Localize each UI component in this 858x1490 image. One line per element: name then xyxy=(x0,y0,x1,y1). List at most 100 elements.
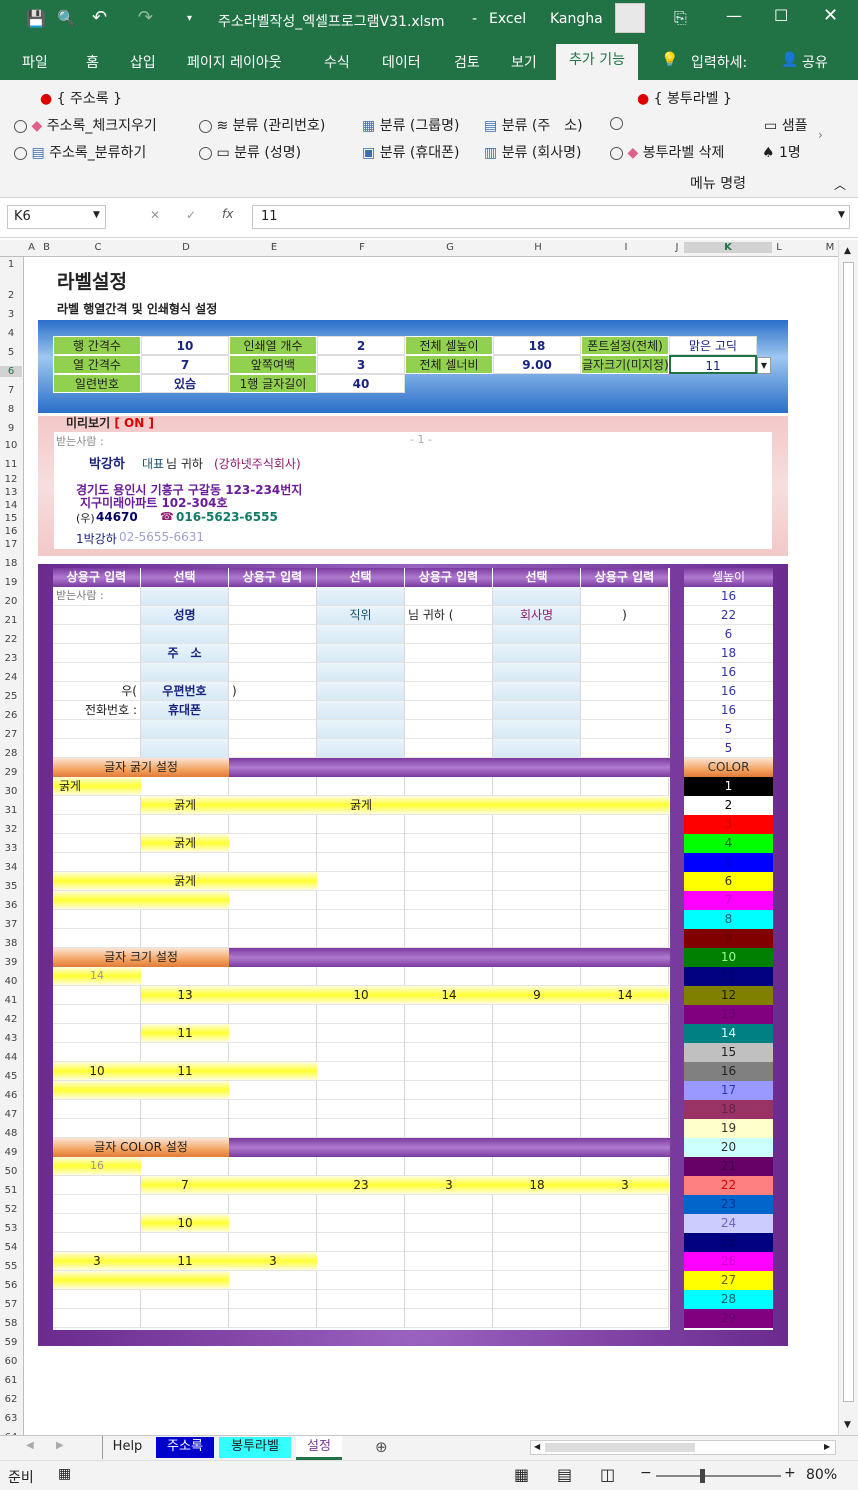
sheet-tab-settings[interactable]: 설정 xyxy=(296,1436,342,1460)
row-header[interactable]: 41 xyxy=(0,995,22,1006)
grid-cell[interactable] xyxy=(581,1214,669,1233)
color-swatch[interactable]: 2 xyxy=(684,796,773,815)
grid-cell[interactable] xyxy=(493,1290,581,1309)
sheet-tab-address[interactable]: 주소록 xyxy=(156,1437,214,1458)
zoom-out-icon[interactable]: − xyxy=(640,1465,652,1481)
grid-cell[interactable] xyxy=(493,1005,581,1024)
row-header[interactable]: 58 xyxy=(0,1318,22,1329)
radio-option[interactable] xyxy=(610,115,623,131)
grid-cell[interactable] xyxy=(229,1024,317,1043)
grid-cell[interactable] xyxy=(581,701,669,720)
name-box[interactable]: K6 xyxy=(7,205,106,229)
row-header[interactable]: 9 xyxy=(0,423,22,434)
row-header[interactable]: 1 xyxy=(0,259,22,270)
add-sheet-icon[interactable]: ⊕ xyxy=(375,1438,388,1456)
grid-cell[interactable] xyxy=(405,777,493,796)
grid-cell[interactable] xyxy=(581,625,669,644)
grid-cell[interactable] xyxy=(229,1119,317,1138)
one-person-button[interactable]: ♠ 1명 xyxy=(762,142,801,162)
grid-cell[interactable] xyxy=(141,1271,229,1290)
grid-cell[interactable]: 굵게 xyxy=(141,872,229,891)
grid-cell[interactable] xyxy=(493,967,581,986)
row-header[interactable]: 27 xyxy=(0,729,22,740)
tab-scroll-left-icon[interactable]: ◀ xyxy=(26,1440,34,1451)
grid-cell[interactable] xyxy=(53,986,141,1005)
grid-cell[interactable] xyxy=(229,701,317,720)
vertical-scrollbar[interactable]: ▲ ▼ xyxy=(838,240,858,1435)
grid-cell[interactable]: 9 xyxy=(493,986,581,1005)
page-break-view-icon[interactable]: ◫ xyxy=(600,1465,615,1484)
grid-cell[interactable] xyxy=(53,1195,141,1214)
grid-cell[interactable] xyxy=(317,834,405,853)
grid-cell[interactable] xyxy=(229,1081,317,1100)
row-header[interactable]: 17 xyxy=(0,539,22,550)
tab-file[interactable]: 파일 xyxy=(22,52,48,72)
grid-cell[interactable] xyxy=(229,720,317,739)
scroll-thumb[interactable] xyxy=(843,262,854,1402)
column-header[interactable]: L xyxy=(772,242,786,253)
zoom-in-icon[interactable]: + xyxy=(784,1465,796,1481)
settings-value[interactable]: 9.00 xyxy=(493,355,581,374)
row-header[interactable]: 15 xyxy=(0,513,22,524)
grid-cell[interactable]: 회사명 xyxy=(493,606,581,625)
grid-cell[interactable] xyxy=(317,910,405,929)
row-header[interactable]: 21 xyxy=(0,615,22,626)
sort-by-group-button[interactable]: ▦ 분류 (그룹명) xyxy=(362,115,459,135)
grid-cell[interactable] xyxy=(229,1043,317,1062)
grid-cell[interactable] xyxy=(405,1119,493,1138)
user-name[interactable]: Kangha xyxy=(550,11,603,27)
grid-cell[interactable] xyxy=(229,1005,317,1024)
row-header[interactable]: 52 xyxy=(0,1204,22,1215)
row-header[interactable]: 2 xyxy=(0,290,22,301)
grid-cell[interactable] xyxy=(493,682,581,701)
dropdown-arrow-icon[interactable]: ▼ xyxy=(757,357,771,374)
sort-by-address-button[interactable]: ▤ 분류 (주 소) xyxy=(484,115,583,135)
grid-cell[interactable] xyxy=(493,815,581,834)
row-header[interactable]: 35 xyxy=(0,881,22,892)
row-header[interactable]: 25 xyxy=(0,691,22,702)
grid-cell[interactable] xyxy=(53,815,141,834)
row-header[interactable]: 43 xyxy=(0,1033,22,1044)
grid-cell[interactable] xyxy=(581,1271,669,1290)
grid-cell[interactable] xyxy=(581,910,669,929)
color-swatch[interactable]: 15 xyxy=(684,1043,773,1062)
tab-data[interactable]: 데이터 xyxy=(382,52,421,72)
grid-cell[interactable]: 굵게 xyxy=(53,777,141,796)
grid-cell[interactable] xyxy=(53,910,141,929)
grid-cell[interactable] xyxy=(405,796,493,815)
grid-cell[interactable] xyxy=(405,1290,493,1309)
worksheet[interactable]: 라벨설정 라벨 행열간격 및 인쇄형식 설정 행 간격수 10 인쇄열 개수 2 전체 … xyxy=(24,257,836,1435)
grid-cell[interactable]: 13 xyxy=(141,986,229,1005)
grid-cell[interactable] xyxy=(229,986,317,1005)
grid-cell[interactable] xyxy=(317,625,405,644)
cell-height-value[interactable]: 5 xyxy=(684,739,773,758)
color-swatch[interactable]: 5 xyxy=(684,853,773,872)
scroll-up-icon[interactable]: ▲ xyxy=(844,246,851,256)
grid-cell[interactable]: 10 xyxy=(53,1062,141,1081)
grid-cell[interactable] xyxy=(317,739,405,758)
grid-cell[interactable] xyxy=(581,891,669,910)
grid-cell[interactable] xyxy=(581,1233,669,1252)
row-header[interactable]: 8 xyxy=(0,404,22,415)
grid-cell[interactable] xyxy=(229,1100,317,1119)
column-header[interactable]: G xyxy=(406,242,494,253)
grid-cell[interactable] xyxy=(53,1043,141,1062)
grid-cell[interactable]: 받는사람 : xyxy=(53,587,141,606)
grid-cell[interactable] xyxy=(493,1157,581,1176)
grid-cell[interactable] xyxy=(493,1100,581,1119)
grid-cell[interactable] xyxy=(581,1290,669,1309)
clear-check-button[interactable]: ◆ 주소록_체크지우기 xyxy=(14,115,157,135)
grid-cell[interactable] xyxy=(141,1081,229,1100)
enter-icon[interactable]: ✓ xyxy=(186,208,196,222)
column-header[interactable]: C xyxy=(54,242,142,253)
grid-cell[interactable] xyxy=(405,872,493,891)
grid-cell[interactable] xyxy=(581,1100,669,1119)
sort-by-company-button[interactable]: ▥ 분류 (회사명) xyxy=(484,142,581,162)
grid-cell[interactable] xyxy=(141,1005,229,1024)
grid-cell[interactable] xyxy=(405,1005,493,1024)
grid-cell[interactable] xyxy=(141,625,229,644)
grid-cell[interactable] xyxy=(53,663,141,682)
grid-cell[interactable] xyxy=(317,1157,405,1176)
grid-cell[interactable] xyxy=(581,929,669,948)
grid-cell[interactable] xyxy=(317,1252,405,1271)
